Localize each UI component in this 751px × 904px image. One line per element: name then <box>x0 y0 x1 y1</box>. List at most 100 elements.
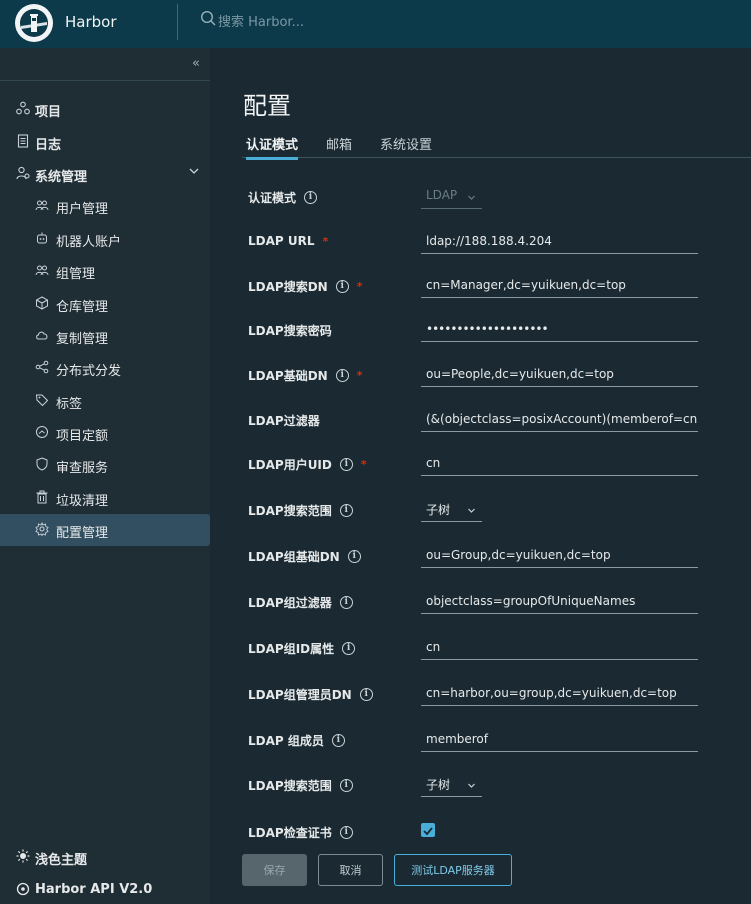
sidebar-item-projects[interactable]: 项目 <box>0 93 210 125</box>
info-icon[interactable]: i <box>339 596 353 609</box>
search-password-input[interactable]: •••••••••••••••••••• <box>421 316 698 342</box>
info-icon[interactable]: i <box>342 642 356 655</box>
uid-input[interactable]: cn <box>421 450 698 476</box>
info-icon[interactable]: i <box>331 734 345 747</box>
header-divider <box>177 4 178 40</box>
api-label: Harbor API V2.0 <box>35 882 153 897</box>
search-input[interactable]: 搜索 Harbor... <box>218 11 304 30</box>
gear-icon <box>35 521 49 537</box>
sidebar-item-label: 日志 <box>35 138 62 153</box>
group-admin-dn-input[interactable]: cn=harbor,ou=group,dc=yuikuen,dc=top <box>421 680 698 706</box>
verify-cert-checkbox[interactable] <box>421 823 435 837</box>
sidebar-item-labels[interactable]: 标签 <box>0 385 210 417</box>
tab-system-settings[interactable]: 系统设置 <box>380 134 432 153</box>
sidebar-item-label: 项目定额 <box>56 429 109 444</box>
filter-input[interactable]: (&(objectclass=posixAccount)(memberof=cn… <box>421 406 698 432</box>
sidebar-item-label: 分布式分发 <box>56 364 122 379</box>
brand-name[interactable]: Harbor <box>65 13 117 31</box>
required-mark: * <box>360 458 367 471</box>
label-text: LDAP搜索DN <box>248 280 328 294</box>
info-icon[interactable]: i <box>359 688 373 701</box>
field-label: LDAP组基础DN i <box>248 548 361 565</box>
tab-email[interactable]: 邮箱 <box>326 134 352 153</box>
info-icon[interactable]: i <box>347 550 361 563</box>
info-icon[interactable]: i <box>335 280 349 293</box>
harbor-logo-icon[interactable] <box>15 4 53 42</box>
tab-auth[interactable]: 认证模式 <box>246 134 299 160</box>
field-label: LDAP基础DN i * <box>248 367 362 384</box>
label-text: LDAP URL <box>248 234 315 248</box>
group-scope-row: LDAP搜索范围 i 子树 <box>248 771 708 799</box>
field-label: LDAP搜索密码 <box>248 322 332 339</box>
scope-select[interactable]: 子树 <box>421 496 482 522</box>
filter-row: LDAP过滤器 (&(objectclass=posixAccount)(mem… <box>248 406 708 434</box>
field-label: LDAP URL * <box>248 234 328 248</box>
field-label: LDAP检查证书 i <box>248 824 353 841</box>
field-label: LDAP搜索范围 i <box>248 502 353 519</box>
page-title: 配置 <box>243 92 291 120</box>
group-filter-row: LDAP组过滤器 i objectclass=groupOfUniqueNames <box>248 588 708 616</box>
chevron-down-icon[interactable] <box>188 165 200 181</box>
projects-icon <box>16 101 30 115</box>
sidebar-collapse-row: « <box>0 48 210 81</box>
sidebar-item-gc[interactable]: 垃圾清理 <box>0 482 210 514</box>
sidebar-item-groups[interactable]: 组管理 <box>0 255 210 287</box>
field-label: LDAP组过滤器 i <box>248 594 353 611</box>
group-scope-select[interactable]: 子树 <box>421 771 482 797</box>
select-value: LDAP <box>426 188 458 202</box>
field-label: LDAP组管理员DN i <box>248 686 373 703</box>
group-member-input[interactable]: memberof <box>421 726 698 752</box>
sidebar-item-label: 标签 <box>56 397 83 412</box>
test-ldap-button[interactable]: 测试LDAP服务器 <box>394 854 512 886</box>
field-label: LDAP过滤器 <box>248 412 320 429</box>
base-dn-row: LDAP基础DN i * ou=People,dc=yuikuen,dc=top <box>248 361 708 389</box>
label-text: LDAP检查证书 <box>248 826 332 840</box>
sun-icon <box>16 849 30 863</box>
sidebar-item-replications[interactable]: 复制管理 <box>0 320 210 352</box>
save-button[interactable]: 保存 <box>242 854 307 886</box>
harbor-api-link[interactable]: Harbor API V2.0 <box>0 874 210 904</box>
search-box[interactable]: 搜索 Harbor... <box>200 10 304 30</box>
theme-toggle[interactable]: 浅色主题 <box>0 841 210 873</box>
base-dn-input[interactable]: ou=People,dc=yuikuen,dc=top <box>421 361 698 387</box>
sidebar-item-label: 仓库管理 <box>56 300 109 315</box>
users-icon <box>35 198 49 212</box>
sidebar-item-users[interactable]: 用户管理 <box>0 190 210 222</box>
select-value: 子树 <box>426 503 451 517</box>
sidebar-item-admin[interactable]: 系统管理 <box>0 158 210 190</box>
sidebar-item-registries[interactable]: 仓库管理 <box>0 288 210 320</box>
label-text: LDAP组ID属性 <box>248 642 335 656</box>
group-gid-input[interactable]: cn <box>421 634 698 660</box>
group-admin-dn-row: LDAP组管理员DN i cn=harbor,ou=group,dc=yuikue… <box>248 680 708 708</box>
info-icon[interactable]: i <box>339 826 353 839</box>
cloud-icon <box>35 328 49 342</box>
info-icon[interactable]: i <box>339 504 353 517</box>
sidebar-item-quotas[interactable]: 项目定额 <box>0 417 210 449</box>
sidebar-item-distributions[interactable]: 分布式分发 <box>0 352 210 384</box>
search-dn-input[interactable]: cn=Manager,dc=yuikuen,dc=top <box>421 272 698 298</box>
info-icon[interactable]: i <box>335 369 349 382</box>
cancel-button[interactable]: 取消 <box>318 854 383 886</box>
field-label: 认证模式 i <box>248 189 318 206</box>
uid-row: LDAP用户UID i * cn <box>248 450 708 478</box>
collapse-sidebar-button[interactable]: « <box>192 56 200 71</box>
group-base-dn-input[interactable]: ou=Group,dc=yuikuen,dc=top <box>421 542 698 568</box>
required-mark: * <box>322 234 329 248</box>
label-text: LDAP搜索范围 <box>248 504 332 518</box>
sidebar-item-label: 组管理 <box>56 267 96 282</box>
sidebar-item-logs[interactable]: 日志 <box>0 126 210 158</box>
shield-icon <box>35 457 49 471</box>
info-icon[interactable]: i <box>339 779 353 792</box>
sidebar-item-label: 机器人账户 <box>56 235 122 250</box>
group-base-dn-row: LDAP组基础DN i ou=Group,dc=yuikuen,dc=top <box>248 542 708 570</box>
ldap-url-input[interactable]: ldap://188.188.4.204 <box>421 228 698 254</box>
sidebar-item-configuration[interactable]: 配置管理 <box>0 514 210 546</box>
group-filter-input[interactable]: objectclass=groupOfUniqueNames <box>421 588 698 614</box>
registry-icon <box>35 296 49 310</box>
label-text: LDAP搜索范围 <box>248 779 332 793</box>
info-icon[interactable]: i <box>339 458 353 471</box>
search-password-row: LDAP搜索密码 •••••••••••••••••••• <box>248 316 708 344</box>
sidebar-item-robot-accounts[interactable]: 机器人账户 <box>0 223 210 255</box>
info-icon[interactable]: i <box>304 191 318 204</box>
sidebar-item-interrogation[interactable]: 审查服务 <box>0 449 210 481</box>
